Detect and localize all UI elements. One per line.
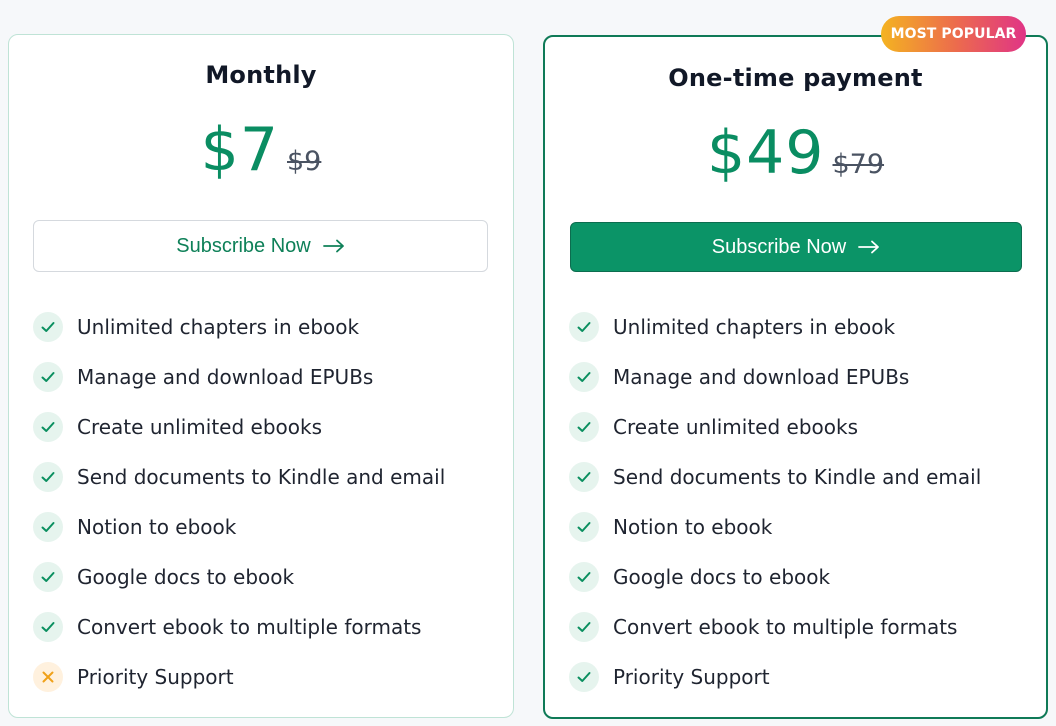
check-icon bbox=[569, 412, 599, 442]
feature-label: Convert ebook to multiple formats bbox=[77, 615, 422, 639]
subscribe-button[interactable]: Subscribe Now bbox=[33, 220, 488, 272]
price-row: $49 $79 bbox=[545, 118, 1046, 188]
check-icon bbox=[569, 462, 599, 492]
plan-original-price: $79 bbox=[832, 149, 885, 180]
feature-item: Notion to ebook bbox=[569, 512, 772, 542]
feature-label: Manage and download EPUBs bbox=[613, 365, 910, 389]
plan-card-monthly: Monthly $7 $9 Subscribe Now Unlimited ch… bbox=[8, 34, 514, 718]
feature-item: Unlimited chapters in ebook bbox=[569, 312, 895, 342]
check-icon bbox=[569, 612, 599, 642]
feature-item: Manage and download EPUBs bbox=[569, 362, 909, 392]
feature-item: Create unlimited ebooks bbox=[569, 412, 858, 442]
feature-label: Google docs to ebook bbox=[77, 565, 295, 589]
feature-item: Create unlimited ebooks bbox=[33, 412, 322, 442]
check-icon bbox=[33, 312, 63, 342]
feature-item: Google docs to ebook bbox=[569, 562, 830, 592]
most-popular-badge: MOST POPULAR bbox=[881, 16, 1026, 52]
check-icon bbox=[569, 362, 599, 392]
subscribe-button-label: Subscribe Now bbox=[711, 235, 847, 258]
subscribe-button[interactable]: Subscribe Now bbox=[570, 222, 1022, 272]
feature-label: Notion to ebook bbox=[77, 515, 237, 539]
check-icon bbox=[569, 662, 599, 692]
price-row: $7 $9 bbox=[9, 115, 513, 185]
check-icon bbox=[33, 412, 63, 442]
feature-item: Send documents to Kindle and email bbox=[569, 462, 981, 492]
arrow-right-icon bbox=[322, 239, 345, 253]
feature-item: Notion to ebook bbox=[33, 512, 236, 542]
feature-item: Send documents to Kindle and email bbox=[33, 462, 445, 492]
feature-item: Priority Support bbox=[569, 662, 770, 692]
plan-original-price: $9 bbox=[287, 146, 322, 177]
check-icon bbox=[569, 312, 599, 342]
feature-label: Manage and download EPUBs bbox=[77, 365, 374, 389]
subscribe-button-label: Subscribe Now bbox=[176, 234, 311, 257]
close-icon bbox=[33, 662, 63, 692]
feature-label: Google docs to ebook bbox=[613, 565, 831, 589]
arrow-right-icon bbox=[858, 240, 880, 254]
feature-label: Notion to ebook bbox=[613, 515, 773, 539]
check-icon bbox=[33, 512, 63, 542]
plan-title: Monthly bbox=[205, 61, 317, 89]
check-icon bbox=[569, 562, 599, 592]
feature-label: Convert ebook to multiple formats bbox=[613, 615, 958, 639]
feature-label: Create unlimited ebooks bbox=[613, 415, 858, 439]
plan-price: $7 bbox=[200, 115, 279, 185]
feature-item: Priority Support bbox=[33, 662, 234, 692]
check-icon bbox=[33, 462, 63, 492]
feature-item: Convert ebook to multiple formats bbox=[33, 612, 421, 642]
check-icon bbox=[569, 512, 599, 542]
plan-price: $49 bbox=[706, 118, 825, 188]
feature-label: Send documents to Kindle and email bbox=[613, 465, 982, 489]
check-icon bbox=[33, 612, 63, 642]
feature-label: Priority Support bbox=[613, 665, 770, 689]
plan-card-one-time: One-time payment $49 $79 Subscribe Now U… bbox=[543, 35, 1048, 719]
feature-label: Priority Support bbox=[77, 665, 234, 689]
feature-label: Unlimited chapters in ebook bbox=[77, 315, 360, 339]
feature-item: Unlimited chapters in ebook bbox=[33, 312, 359, 342]
feature-label: Unlimited chapters in ebook bbox=[613, 315, 896, 339]
feature-label: Send documents to Kindle and email bbox=[77, 465, 446, 489]
plan-title: One-time payment bbox=[668, 64, 923, 92]
check-icon bbox=[33, 362, 63, 392]
feature-item: Convert ebook to multiple formats bbox=[569, 612, 957, 642]
feature-item: Manage and download EPUBs bbox=[33, 362, 373, 392]
check-icon bbox=[33, 562, 63, 592]
feature-item: Google docs to ebook bbox=[33, 562, 294, 592]
feature-label: Create unlimited ebooks bbox=[77, 415, 322, 439]
